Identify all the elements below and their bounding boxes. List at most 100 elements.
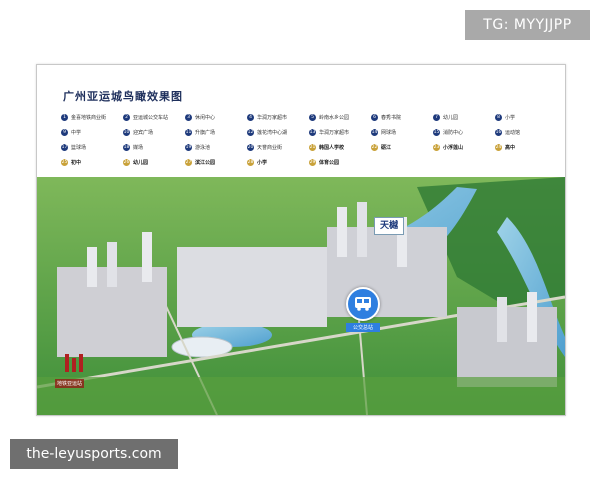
legend-item: 23 小浮莲山 [433, 143, 495, 152]
legend-label: 高中 [505, 145, 516, 151]
legend-number-badge: 4 [247, 114, 254, 121]
map-card: 广州亚运城鸟瞰效果图 1 金喜地铁商业街 2 亚运城公交车站 3 休闲中心 4 华润万家超市 5… [36, 64, 566, 416]
legend-item: 16 运动馆 [495, 128, 557, 137]
legend-item: 20 天誉商业街 [247, 143, 309, 152]
tower-4 [337, 207, 347, 257]
legend-label: 运动馆 [505, 130, 521, 136]
bus-station-pin[interactable] [346, 287, 380, 321]
legend-number-badge: 20 [247, 144, 254, 151]
legend-item: 3 休闲中心 [185, 113, 247, 122]
legend-number-badge: 27 [185, 159, 192, 166]
legend-label: 华润万家超市 [257, 115, 288, 121]
legend-item: 4 华润万家超市 [247, 113, 309, 122]
legend-label: 升旗广场 [195, 130, 216, 136]
legend-label: 消防中心 [443, 130, 464, 136]
legend-item: 15 消防中心 [433, 128, 495, 137]
legend-number-badge: 7 [433, 114, 440, 121]
legend-number-badge: 19 [185, 144, 192, 151]
tower-3 [142, 232, 152, 282]
tower-1 [87, 247, 97, 287]
legend-item: 13 华润万家超市 [309, 128, 371, 137]
bus-icon [355, 297, 371, 311]
legend-number-badge: 2 [123, 114, 130, 121]
legend-label: 媒场 [133, 145, 144, 151]
legend-number-badge: 15 [433, 129, 440, 136]
legend-number-badge: 9 [61, 129, 68, 136]
metro-station-label: 地铁亚运站 [55, 379, 85, 388]
legend-number-badge: 26 [123, 159, 130, 166]
legend-number-badge: 29 [309, 159, 316, 166]
legend-label: 体育公园 [319, 160, 340, 166]
legend-label: 莲花湾中心湖 [257, 130, 288, 136]
legend-label: 小学 [505, 115, 516, 121]
legend-label: 休闲中心 [195, 115, 216, 121]
legend-number-badge: 12 [247, 129, 254, 136]
legend-item: 27 滨江公园 [185, 158, 247, 167]
legend-label: 迎宾广场 [133, 130, 154, 136]
legend-label: 韩国人学校 [319, 145, 345, 151]
legend-number-badge: 3 [185, 114, 192, 121]
legend-label: 天誉商业街 [257, 145, 283, 151]
legend-number-badge: 6 [371, 114, 378, 121]
legend-label: 初中 [71, 160, 82, 166]
legend-item: 26 幼儿园 [123, 158, 185, 167]
legend-item: 12 莲花湾中心湖 [247, 128, 309, 137]
legend-number-badge: 25 [61, 159, 68, 166]
legend-item: 9 中学 [61, 128, 123, 137]
legend-label: 网球场 [381, 130, 397, 136]
legend-label: 金喜地铁商业街 [71, 115, 107, 121]
legend-item: 6 春秀书院 [371, 113, 433, 122]
legend-item: 19 游泳池 [185, 143, 247, 152]
legend-number-badge: 17 [61, 144, 68, 151]
legend-number-badge: 11 [185, 129, 192, 136]
bus-station-label: 公交总站 [346, 323, 380, 332]
legend-number-badge: 14 [371, 129, 378, 136]
map-title: 广州亚运城鸟瞰效果图 [63, 90, 183, 103]
legend-item: 7 幼儿园 [433, 113, 495, 122]
legend-item: 11 升旗广场 [185, 128, 247, 137]
legend-label: 华润万家超市 [319, 130, 350, 136]
legend-number-badge: 28 [247, 159, 254, 166]
legend-label: 亚运城公交车站 [133, 115, 169, 121]
legend-number-badge: 8 [495, 114, 502, 121]
legend-item: 24 高中 [495, 143, 557, 152]
legend-label: 篮球场 [71, 145, 87, 151]
legend-label: 小学 [257, 160, 268, 166]
legend-label: 小浮莲山 [443, 145, 464, 151]
tower-2 [107, 242, 117, 287]
legend-item: 10 迎宾广场 [123, 128, 185, 137]
legend-number-badge: 23 [433, 144, 440, 151]
legend-item: 25 初中 [61, 158, 123, 167]
legend-label: 春秀书院 [381, 115, 402, 121]
legend-label: 游泳池 [195, 145, 211, 151]
legend-label: 滨江公园 [195, 160, 216, 166]
legend-number-badge: 22 [371, 144, 378, 151]
legend-item: 2 亚运城公交车站 [123, 113, 185, 122]
legend-number-badge: 18 [123, 144, 130, 151]
foreground-field [37, 377, 565, 415]
legend-item: 18 媒场 [123, 143, 185, 152]
tower-7 [497, 297, 507, 342]
legend-number-badge: 16 [495, 129, 502, 136]
tower-8 [527, 292, 537, 342]
top-watermark: TG: MYYJJPP [465, 10, 590, 40]
legend-number-badge: 24 [495, 144, 502, 151]
legend-item: 1 金喜地铁商业街 [61, 113, 123, 122]
legend-number-badge: 13 [309, 129, 316, 136]
legend-item: 29 体育公园 [309, 158, 371, 167]
legend-item: 22 砺江 [371, 143, 433, 152]
legend-number-badge: 21 [309, 144, 316, 151]
map-legend: 1 金喜地铁商业街 2 亚运城公交车站 3 休闲中心 4 华润万家超市 5 岭南水乡公园 6 春秀书院… [61, 113, 561, 167]
legend-label: 幼儿园 [443, 115, 459, 121]
legend-item: 28 小学 [247, 158, 309, 167]
bottom-watermark: the-leyusports.com [10, 439, 178, 469]
legend-item: 14 网球场 [371, 128, 433, 137]
legend-item: 17 篮球场 [61, 143, 123, 152]
tower-5 [357, 202, 367, 257]
legend-label: 中学 [71, 130, 82, 136]
legend-number-badge: 5 [309, 114, 316, 121]
landmark-label: 天樾 [374, 217, 404, 235]
legend-item: 8 小学 [495, 113, 557, 122]
legend-item: 21 韩国人学校 [309, 143, 371, 152]
legend-label: 幼儿园 [133, 160, 149, 166]
